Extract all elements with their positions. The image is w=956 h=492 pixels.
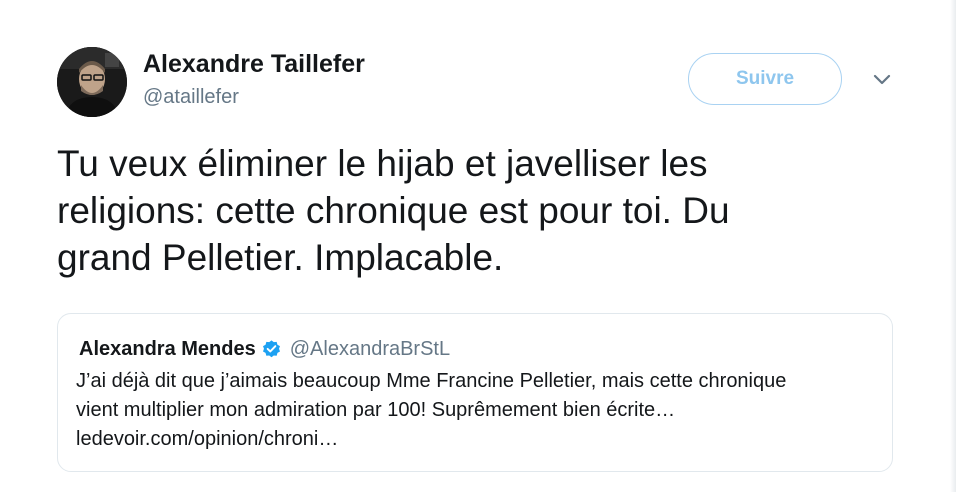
chevron-down-icon[interactable]	[871, 72, 893, 88]
follow-button[interactable]: Suivre	[688, 53, 842, 105]
quoted-text-line: vient multiplier mon admiration par 100!…	[76, 399, 676, 421]
avatar[interactable]	[57, 47, 127, 117]
verified-badge-icon	[261, 339, 282, 360]
quoted-tweet-card[interactable]: Alexandra Mendes @AlexandraBrStL J’ai dé…	[57, 313, 893, 472]
quoted-text-line: J’ai déjà dit que j’aimais beaucoup Mme …	[76, 370, 787, 392]
author-handle[interactable]: @ataillefer	[143, 86, 239, 109]
author-display-name[interactable]: Alexandre Taillefer	[143, 50, 365, 79]
window-edge	[950, 0, 956, 492]
quoted-tweet-header: Alexandra Mendes @AlexandraBrStL	[79, 338, 450, 361]
profile-photo	[57, 47, 127, 117]
quoted-author-name: Alexandra Mendes	[79, 338, 256, 360]
tweet-text: Tu veux éliminer le hijab et javelliser …	[57, 143, 730, 278]
quoted-author-handle: @AlexandraBrStL	[289, 338, 451, 360]
quoted-tweet-text: J’ai déjà dit que j’aimais beaucoup Mme …	[76, 367, 876, 454]
quoted-link[interactable]: ledevoir.com/opinion/chroni…	[76, 425, 876, 454]
